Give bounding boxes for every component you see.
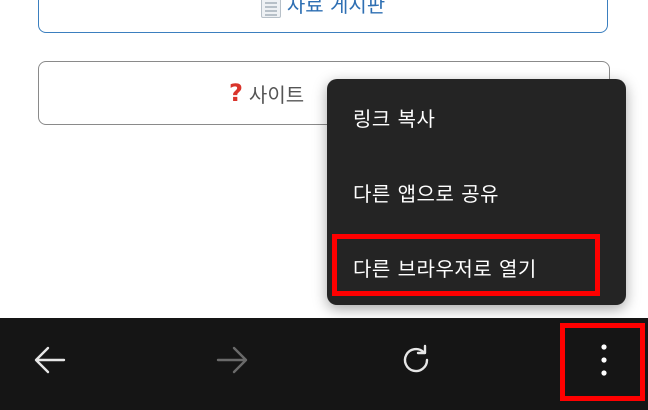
document-icon <box>260 0 281 18</box>
menu-item-label: 링크 복사 <box>353 106 436 131</box>
question-mark-icon: ? <box>229 79 243 107</box>
back-button[interactable] <box>26 340 74 380</box>
menu-item-share-other-app[interactable]: 다른 앱으로 공유 <box>353 174 499 210</box>
bottom-toolbar <box>0 318 648 410</box>
forward-arrow-icon <box>216 346 248 374</box>
menu-item-copy-link[interactable]: 링크 복사 <box>353 99 435 135</box>
highlight-box-more-button <box>560 323 645 401</box>
board-button[interactable]: 자료 게시판 <box>38 0 608 33</box>
menu-item-label: 다른 앱으로 공유 <box>353 181 500 206</box>
forward-button[interactable] <box>208 340 256 380</box>
board-button-label: 자료 게시판 <box>286 0 386 17</box>
site-info-button-label: 사이트 <box>248 82 305 107</box>
reload-icon <box>403 344 429 373</box>
highlight-box-open-browser <box>332 234 600 296</box>
back-arrow-icon <box>34 346 66 374</box>
reload-button[interactable] <box>392 338 440 382</box>
